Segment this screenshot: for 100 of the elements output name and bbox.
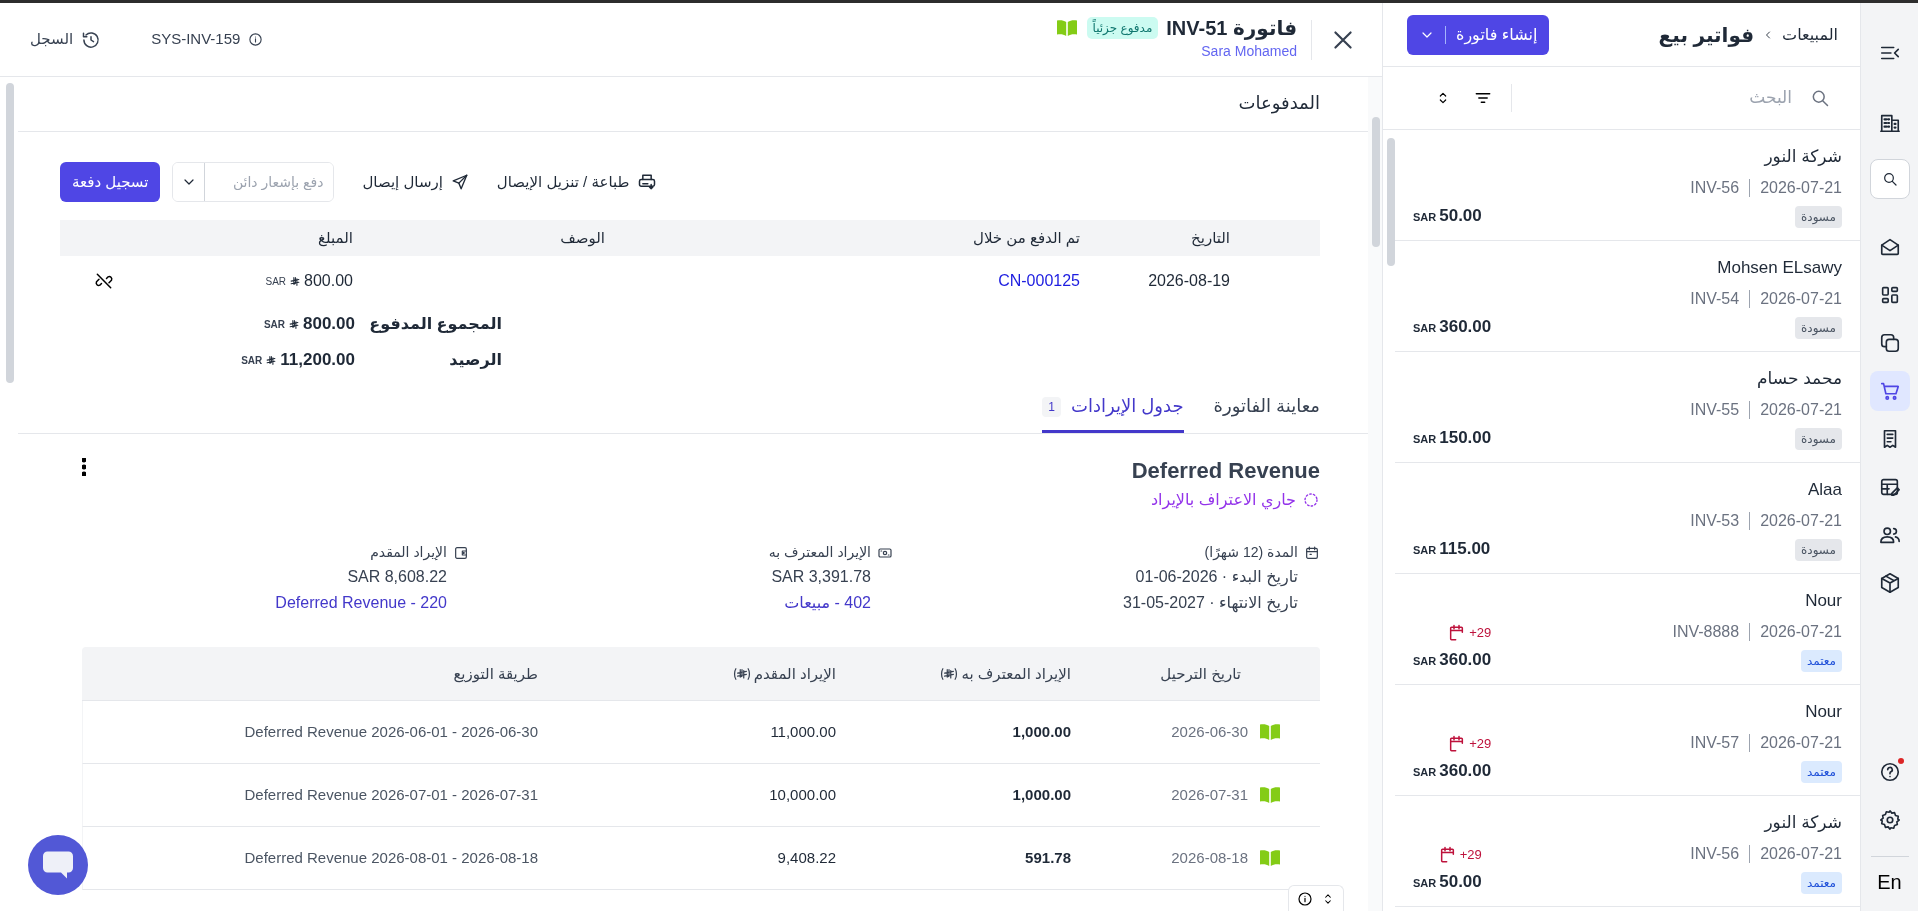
riyal-icon (732, 666, 751, 681)
distribution-method: Deferred Revenue 2026-06-01 - 2026-06-30 (243, 722, 539, 743)
credit-note-link[interactable]: CN-000125 (998, 272, 1080, 289)
status-badge: معتمد (1800, 760, 1842, 783)
scrollbar-thumb[interactable] (6, 83, 14, 383)
status-badge: مسودة (1795, 205, 1842, 228)
schedule-status: جاري الاعتراف بالإيراد (1151, 490, 1296, 512)
page-title: فواتير بيع (1658, 22, 1755, 47)
printer-icon (637, 172, 658, 192)
stat-value: SAR 8,608.22 (347, 567, 448, 588)
tab[interactable]: معاينة الفاتورة (1213, 393, 1320, 433)
scrollbar-thumb[interactable] (1372, 117, 1380, 247)
search-field[interactable]: البحث (1526, 84, 1794, 112)
recognized-amount: 1,000.00 (1011, 785, 1072, 806)
posting-date: 2026-08-18 (1171, 848, 1248, 869)
status-badge: مسودة (1795, 316, 1842, 339)
currency-code: SAR (1413, 542, 1437, 558)
amount: 800.00 (303, 313, 355, 336)
customer-name: محمد حسام (1756, 368, 1842, 390)
mail-icon (1878, 236, 1901, 258)
account-link[interactable]: Deferred Revenue - 220 (275, 591, 469, 616)
sidebar-button[interactable] (1869, 371, 1910, 411)
box-icon (1878, 572, 1901, 594)
dotted-circle-icon (1302, 491, 1320, 510)
invoice-number: INV-56 (1690, 177, 1740, 198)
info-icon (248, 32, 264, 47)
status-badge: معتمد (1800, 649, 1842, 672)
column-header: طريقة التوزيع (453, 663, 538, 685)
stat-detail: تاريخ الانتهاء · 2027-05-31 (1122, 593, 1299, 615)
column-header: التاريخ (1190, 227, 1231, 249)
stat-value: SAR 3,391.78 (771, 567, 872, 588)
invoice-title: فاتورة INV-51 (1166, 16, 1297, 41)
invoice-date: 2026-07-21 (1760, 510, 1842, 531)
column-header: الوصف (559, 227, 606, 249)
record-payment-button[interactable]: تسجيل دفعة (60, 162, 161, 202)
create-invoice-button[interactable]: إنشاء فاتورة (1407, 14, 1550, 55)
unlink-icon (94, 271, 114, 291)
posting-date: 2026-06-30 (1171, 722, 1248, 743)
invoice-date: 2026-07-21 (1760, 399, 1842, 420)
account-link[interactable]: 402 - مبيعات (784, 591, 893, 616)
info-icon (1297, 890, 1313, 907)
language-button[interactable]: En (1877, 867, 1902, 897)
calendar-icon (1304, 544, 1320, 561)
copy-icon (1878, 332, 1901, 354)
more-button[interactable] (82, 458, 86, 476)
building-icon (1878, 112, 1901, 134)
currency-code: SAR (241, 353, 263, 368)
search-icon (1810, 88, 1830, 108)
invoice-amount: 115.00 (1439, 537, 1491, 560)
history-icon (81, 29, 102, 50)
invoice-date: 2026-07-21 (1760, 177, 1842, 198)
invoice-number: INV-54 (1690, 288, 1740, 309)
currency-code: SAR (1413, 764, 1437, 780)
customer-name: شركة النور (1762, 146, 1842, 168)
column-header: المبلغ (317, 227, 354, 249)
section-title: المدفوعات (18, 77, 1368, 132)
status-badge: مسودة (1795, 427, 1842, 450)
customer-name: Nour (1804, 590, 1842, 612)
invoice-amount: 360.00 (1439, 315, 1492, 338)
deferred-amount: 9,408.22 (776, 848, 837, 869)
tab-count: 1 (1042, 396, 1062, 417)
stat-label: المدة (12 شهرًا) (1204, 543, 1298, 563)
table-edit-icon (1878, 476, 1901, 498)
status-badge: مسودة (1795, 538, 1842, 561)
customer-link[interactable]: Sara Mohamed (1201, 43, 1297, 60)
help-icon (1878, 761, 1901, 783)
scrollbar-thumb[interactable] (1387, 138, 1395, 266)
invoice-amount: 150.00 (1439, 426, 1492, 449)
riyal-icon (940, 666, 959, 681)
amount: 800.00 (304, 271, 353, 291)
schedule-title: Deferred Revenue (1131, 458, 1320, 485)
print-button[interactable]: طباعة / تنزيل الإيصال (496, 170, 658, 194)
invoice-number: INV-53 (1690, 510, 1740, 531)
column-header: تاريخ الترحيل (1160, 663, 1241, 685)
chat-button[interactable] (28, 835, 88, 895)
settings-icon (1878, 809, 1901, 831)
invoice-number: INV-8888 (1672, 621, 1740, 642)
info-button[interactable] (1297, 890, 1313, 907)
invoice-date: 2026-07-21 (1760, 732, 1842, 753)
history-button[interactable]: السجل (24, 27, 108, 52)
users-icon (1878, 524, 1901, 546)
deferred-amount: 11,000.00 (769, 722, 837, 743)
total-label: المجموع المدفوع (368, 314, 502, 335)
credit-note-select[interactable]: دفع بإشعار دائن (172, 162, 335, 202)
customer-name: Nour (1804, 701, 1842, 723)
invoice-number: INV-56 (1690, 843, 1740, 864)
search-icon (1881, 171, 1898, 187)
recognized-amount: 591.78 (1024, 848, 1072, 869)
invoice-date: 2026-07-21 (1760, 843, 1842, 864)
recognized-amount: 1,000.00 (1011, 722, 1072, 743)
currency-code: SAR (1413, 320, 1437, 336)
send-icon (450, 173, 469, 191)
deferred-amount: 10,000.00 (768, 785, 837, 806)
customer-name: شركة النور (1762, 812, 1842, 834)
send-receipt-button[interactable]: إرسال إيصال (362, 170, 469, 194)
distribution-method: Deferred Revenue 2026-07-01 - 2026-07-31 (243, 785, 539, 806)
invoice-amount: 360.00 (1439, 759, 1492, 782)
breadcrumb-link[interactable]: المبيعات (1782, 22, 1838, 47)
stat-label: الإيراد المقدم (370, 543, 447, 563)
column-header: تم الدفع من خلال (972, 227, 1081, 249)
